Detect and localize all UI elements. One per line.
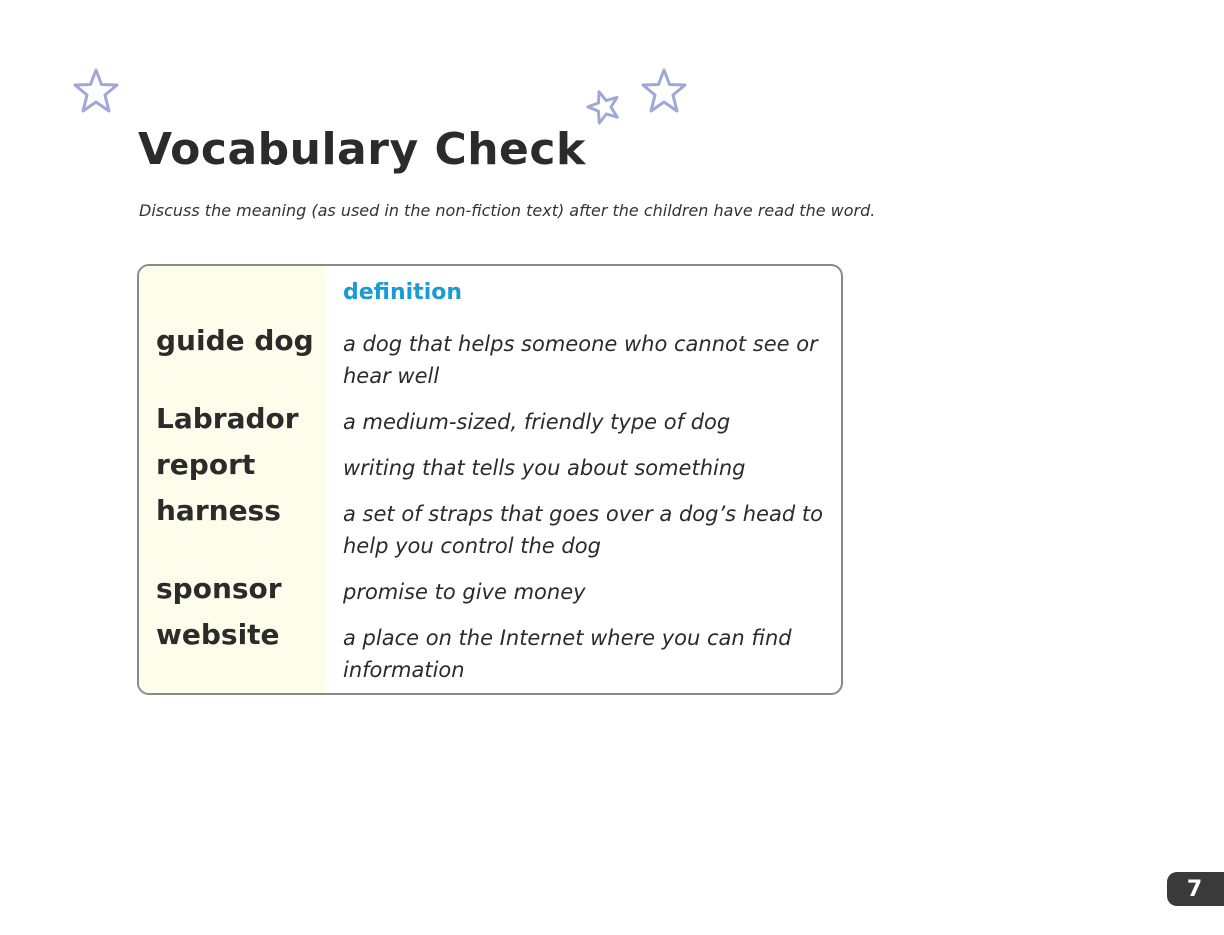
star-icon [638, 66, 690, 118]
vocab-word: Labrador [156, 402, 299, 435]
vocab-definition: a set of straps that goes over a dog’s h… [343, 502, 823, 558]
vocab-definition: promise to give money [343, 580, 586, 604]
vocab-definition: a place on the Internet where you can fi… [343, 626, 792, 682]
vocab-word: guide dog [156, 324, 314, 357]
page-number: 7 [1186, 876, 1203, 902]
vocab-word: sponsor [156, 572, 282, 605]
vocabulary-table: definition guide dog a dog that helps so… [137, 264, 843, 695]
vocab-word: report [156, 448, 256, 481]
vocab-word: harness [156, 494, 281, 527]
vocab-definition: a medium-sized, friendly type of dog [343, 410, 731, 434]
vocab-definition: a dog that helps someone who cannot see … [343, 332, 818, 388]
page-number-badge: 7 [1167, 872, 1224, 906]
vocab-definition: writing that tells you about something [343, 456, 746, 480]
star-icon [70, 66, 122, 118]
instructions-text: Discuss the meaning (as used in the non-… [139, 201, 876, 220]
page-title: Vocabulary Check [138, 124, 586, 175]
star-icon [585, 88, 623, 126]
definition-column-header: definition [343, 280, 463, 305]
vocab-word: website [156, 618, 280, 651]
